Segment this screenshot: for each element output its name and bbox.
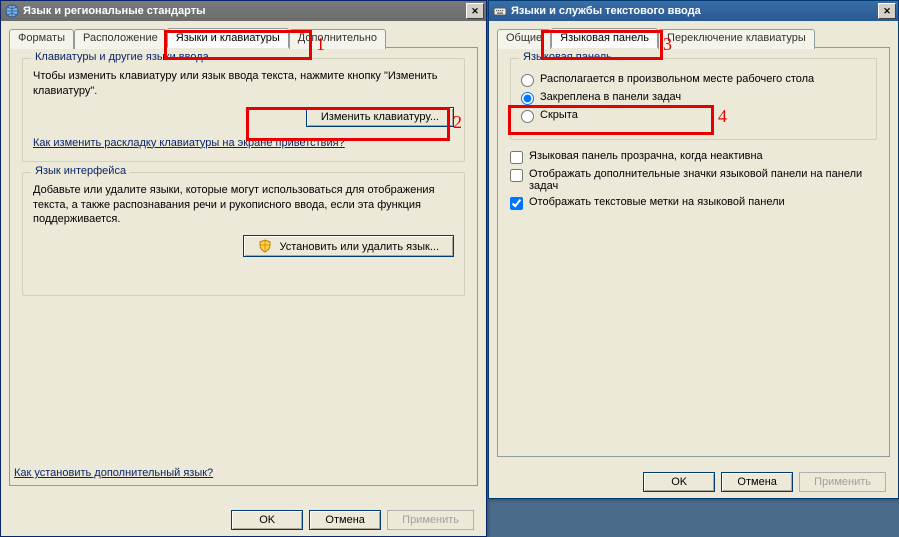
titlebar-right[interactable]: Языки и службы текстового ввода ✕ xyxy=(489,1,898,21)
dialog-buttons-left: OK Отмена Применить xyxy=(1,510,486,530)
annotation-number-3: 3 xyxy=(663,34,672,55)
install-additional-language-link[interactable]: Как установить дополнительный язык? xyxy=(14,467,213,479)
keyboard-icon xyxy=(493,4,507,18)
check-text-labels[interactable]: Отображать текстовые метки на языковой п… xyxy=(510,196,877,210)
apply-button[interactable]: Применить xyxy=(799,472,886,492)
ok-button[interactable]: OK xyxy=(231,510,303,530)
check-extra-icons-label: Отображать дополнительные значки языково… xyxy=(529,168,877,192)
tab-additional[interactable]: Дополнительно xyxy=(289,29,386,49)
radio-docked-label: Закреплена в панели задач xyxy=(540,91,681,103)
dialog-buttons-right: OK Отмена Применить xyxy=(489,472,898,492)
window-title: Язык и региональные стандарты xyxy=(23,5,206,17)
ok-button[interactable]: OK xyxy=(643,472,715,492)
radio-hidden[interactable]: Скрыта xyxy=(521,109,866,123)
group-language-bar: Языковая панель Располагается в произвол… xyxy=(510,58,877,140)
radio-floating[interactable]: Располагается в произвольном месте рабоч… xyxy=(521,73,866,87)
tab-languages-keyboards[interactable]: Языки и клавиатуры xyxy=(167,28,289,48)
install-remove-language-label: Установить или удалить язык... xyxy=(280,241,440,253)
group-language-bar-legend: Языковая панель xyxy=(519,51,616,63)
tab-keyboard-switch[interactable]: Переключение клавиатуры xyxy=(658,29,815,49)
annotation-number-2: 2 xyxy=(453,112,462,133)
titlebar-left[interactable]: Язык и региональные стандарты ✕ xyxy=(1,1,486,21)
radio-hidden-label: Скрыта xyxy=(540,109,578,121)
radio-docked[interactable]: Закреплена в панели задач xyxy=(521,91,866,105)
check-extra-icons-input[interactable] xyxy=(510,169,523,182)
group-keyboards: Клавиатуры и другие языки ввода Чтобы из… xyxy=(22,58,465,162)
cancel-button[interactable]: Отмена xyxy=(309,510,381,530)
install-remove-language-button[interactable]: Установить или удалить язык... xyxy=(243,235,454,257)
group-keyboards-legend: Клавиатуры и другие языки ввода xyxy=(31,51,213,63)
tab-general[interactable]: Общие xyxy=(497,29,551,49)
tab-language-bar[interactable]: Языковая панель xyxy=(551,28,658,48)
tab-formats[interactable]: Форматы xyxy=(9,29,74,49)
check-transparent-label: Языковая панель прозрачна, когда неактив… xyxy=(529,150,763,162)
check-transparent[interactable]: Языковая панель прозрачна, когда неактив… xyxy=(510,150,877,164)
ui-language-description: Добавьте или удалите языки, которые могу… xyxy=(33,183,454,228)
check-text-labels-input[interactable] xyxy=(510,197,523,210)
annotation-number-4: 4 xyxy=(718,106,727,127)
close-button[interactable]: ✕ xyxy=(466,3,484,19)
group-ui-language-legend: Язык интерфейса xyxy=(31,165,130,177)
tabstrip-left: Форматы Расположение Языки и клавиатуры … xyxy=(9,28,478,48)
region-language-dialog: Язык и региональные стандарты ✕ Форматы … xyxy=(0,0,487,537)
check-extra-icons[interactable]: Отображать дополнительные значки языково… xyxy=(510,168,877,192)
group-ui-language: Язык интерфейса Добавьте или удалите язы… xyxy=(22,172,465,296)
radio-docked-input[interactable] xyxy=(521,92,534,105)
radio-floating-input[interactable] xyxy=(521,74,534,87)
text-services-dialog: Языки и службы текстового ввода ✕ Общие … xyxy=(488,0,899,499)
welcome-screen-layout-link[interactable]: Как изменить раскладку клавиатуры на экр… xyxy=(33,137,345,149)
radio-hidden-input[interactable] xyxy=(521,110,534,123)
tabpanel-right: Языковая панель Располагается в произвол… xyxy=(497,47,890,457)
apply-button[interactable]: Применить xyxy=(387,510,474,530)
globe-icon xyxy=(5,4,19,18)
radio-floating-label: Располагается в произвольном месте рабоч… xyxy=(540,73,814,85)
tabpanel-left: Клавиатуры и другие языки ввода Чтобы из… xyxy=(9,47,478,486)
check-text-labels-label: Отображать текстовые метки на языковой п… xyxy=(529,196,785,208)
change-keyboard-button[interactable]: Изменить клавиатуру... xyxy=(306,107,454,127)
shield-icon xyxy=(258,239,272,253)
cancel-button[interactable]: Отмена xyxy=(721,472,793,492)
annotation-number-1: 1 xyxy=(316,34,325,55)
tabstrip-right: Общие Языковая панель Переключение клави… xyxy=(497,28,890,48)
window-title: Языки и службы текстового ввода xyxy=(511,5,701,17)
check-transparent-input[interactable] xyxy=(510,151,523,164)
tab-location[interactable]: Расположение xyxy=(74,29,167,49)
keyboards-description: Чтобы изменить клавиатуру или язык ввода… xyxy=(33,69,454,99)
close-button[interactable]: ✕ xyxy=(878,3,896,19)
